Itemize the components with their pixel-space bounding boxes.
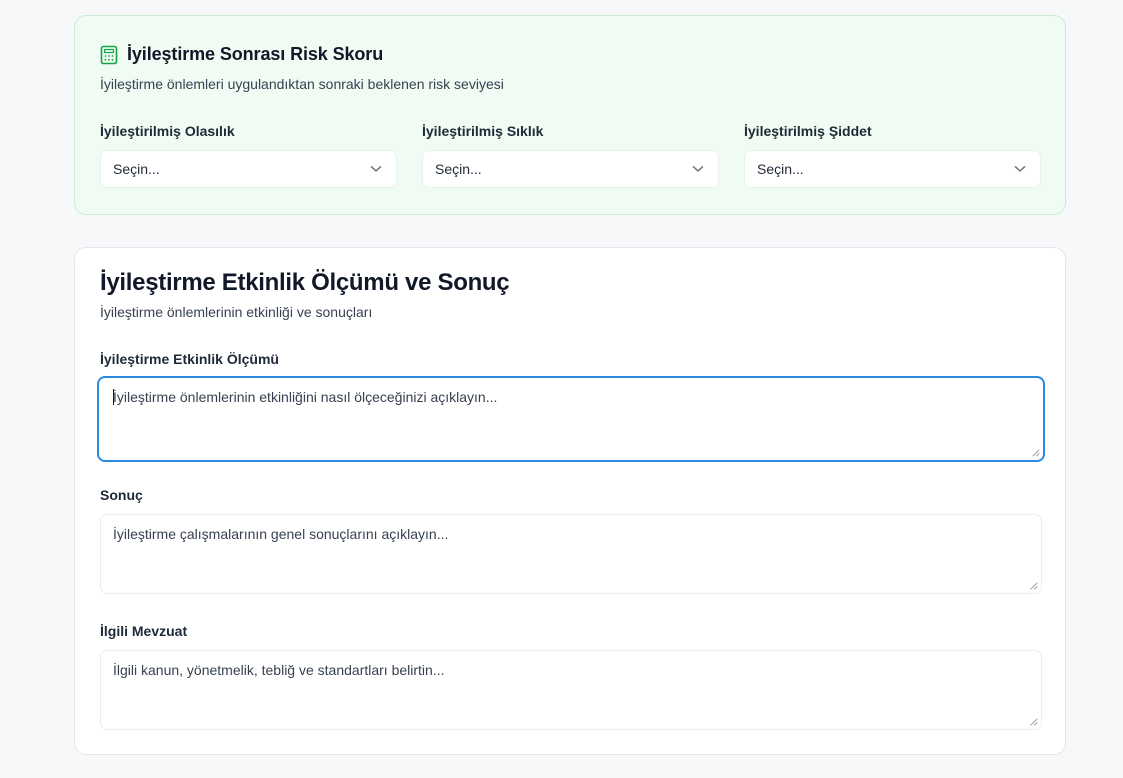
improved-frequency-label: İyileştirilmiş Sıklık [422, 123, 544, 139]
improved-severity-value: Seçin... [757, 161, 804, 177]
effectiveness-result-card: İyileştirme Etkinlik Ölçümü ve Sonuç İyi… [74, 247, 1066, 755]
legislation-textarea[interactable]: İlgili kanun, yönetmelik, tebliğ ve stan… [100, 650, 1042, 730]
chevron-down-icon [692, 166, 704, 172]
measurement-label: İyileştirme Etkinlik Ölçümü [100, 351, 279, 367]
chevron-down-icon [370, 166, 382, 172]
result-placeholder: İyileştirme çalışmalarının genel sonuçla… [113, 526, 449, 542]
result-label: Sonuç [100, 487, 143, 503]
effectiveness-card-title: İyileştirme Etkinlik Ölçümü ve Sonuç [100, 269, 510, 296]
calculator-icon [100, 45, 118, 64]
improved-frequency-value: Seçin... [435, 161, 482, 177]
improved-probability-label: İyileştirilmiş Olasılık [100, 123, 235, 139]
measurement-placeholder: İyileştirme önlemlerinin etkinliğini nas… [113, 389, 498, 405]
post-improvement-risk-card: İyileştirme Sonrası Risk Skoru İyileştir… [74, 15, 1066, 215]
improved-severity-field: İyileştirilmiş Şiddet Seçin... [744, 123, 1041, 188]
improved-severity-label: İyileştirilmiş Şiddet [744, 123, 872, 139]
chevron-down-icon [1014, 166, 1026, 172]
improved-probability-select[interactable]: Seçin... [100, 150, 397, 188]
improved-frequency-select[interactable]: Seçin... [422, 150, 719, 188]
risk-card-title: İyileştirme Sonrası Risk Skoru [127, 44, 384, 64]
legislation-placeholder: İlgili kanun, yönetmelik, tebliğ ve stan… [113, 662, 445, 678]
risk-card-header: İyileştirme Sonrası Risk Skoru [100, 44, 383, 65]
improved-frequency-field: İyileştirilmiş Sıklık Seçin... [422, 123, 719, 188]
measurement-textarea[interactable]: İyileştirme önlemlerinin etkinliğini nas… [97, 376, 1045, 462]
improved-probability-field: İyileştirilmiş Olasılık Seçin... [100, 123, 397, 188]
resize-handle-icon[interactable] [1029, 717, 1038, 726]
resize-handle-icon[interactable] [1031, 448, 1040, 457]
improved-severity-select[interactable]: Seçin... [744, 150, 1041, 188]
risk-card-description: İyileştirme önlemleri uygulandıktan sonr… [100, 76, 504, 92]
legislation-label: İlgili Mevzuat [100, 623, 188, 639]
improved-probability-value: Seçin... [113, 161, 160, 177]
resize-handle-icon[interactable] [1029, 581, 1038, 590]
result-textarea[interactable]: İyileştirme çalışmalarının genel sonuçla… [100, 514, 1042, 594]
effectiveness-card-description: İyileştirme önlemlerinin etkinliği ve so… [100, 304, 373, 320]
